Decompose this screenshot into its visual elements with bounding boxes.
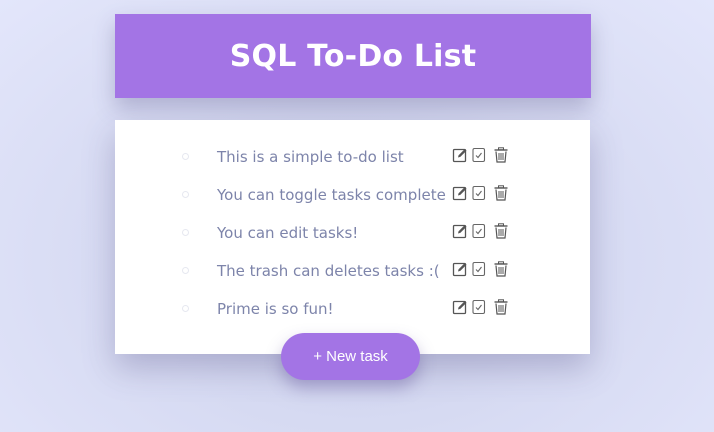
task-actions	[452, 261, 509, 277]
trash-icon[interactable]	[493, 261, 509, 277]
checkbox-icon[interactable]	[472, 147, 488, 163]
pencil-square-icon[interactable]	[452, 223, 468, 239]
checkbox-icon[interactable]	[472, 185, 488, 201]
list-item: You can edit tasks!	[115, 216, 590, 254]
task-text: You can toggle tasks complete	[217, 186, 446, 204]
list-item: You can toggle tasks complete	[115, 178, 590, 216]
bullet-icon	[182, 191, 189, 198]
task-list-card: This is a simple to-do list You can togg…	[115, 120, 590, 354]
pencil-square-icon[interactable]	[452, 147, 468, 163]
task-text: Prime is so fun!	[217, 300, 334, 318]
page-title: SQL To-Do List	[229, 38, 477, 74]
task-text: This is a simple to-do list	[217, 148, 404, 166]
trash-icon[interactable]	[493, 147, 509, 163]
task-text: The trash can deletes tasks :(	[217, 262, 440, 280]
checkbox-icon[interactable]	[472, 223, 488, 239]
pencil-square-icon[interactable]	[452, 185, 468, 201]
bullet-icon	[182, 229, 189, 236]
trash-icon[interactable]	[493, 223, 509, 239]
bullet-icon	[182, 153, 189, 160]
task-actions	[452, 185, 509, 201]
list-item: Prime is so fun!	[115, 292, 590, 330]
bullet-icon	[182, 305, 189, 312]
checkbox-icon[interactable]	[472, 261, 488, 277]
checkbox-icon[interactable]	[472, 299, 488, 315]
task-actions	[452, 299, 509, 315]
new-task-button[interactable]: + New task	[281, 333, 420, 380]
task-actions	[452, 223, 509, 239]
trash-icon[interactable]	[493, 185, 509, 201]
task-list: This is a simple to-do list You can togg…	[115, 140, 590, 330]
trash-icon[interactable]	[493, 299, 509, 315]
task-text: You can edit tasks!	[217, 224, 359, 242]
app-header: SQL To-Do List	[115, 14, 591, 98]
list-item: The trash can deletes tasks :(	[115, 254, 590, 292]
list-item: This is a simple to-do list	[115, 140, 590, 178]
pencil-square-icon[interactable]	[452, 261, 468, 277]
pencil-square-icon[interactable]	[452, 299, 468, 315]
bullet-icon	[182, 267, 189, 274]
task-actions	[452, 147, 509, 163]
